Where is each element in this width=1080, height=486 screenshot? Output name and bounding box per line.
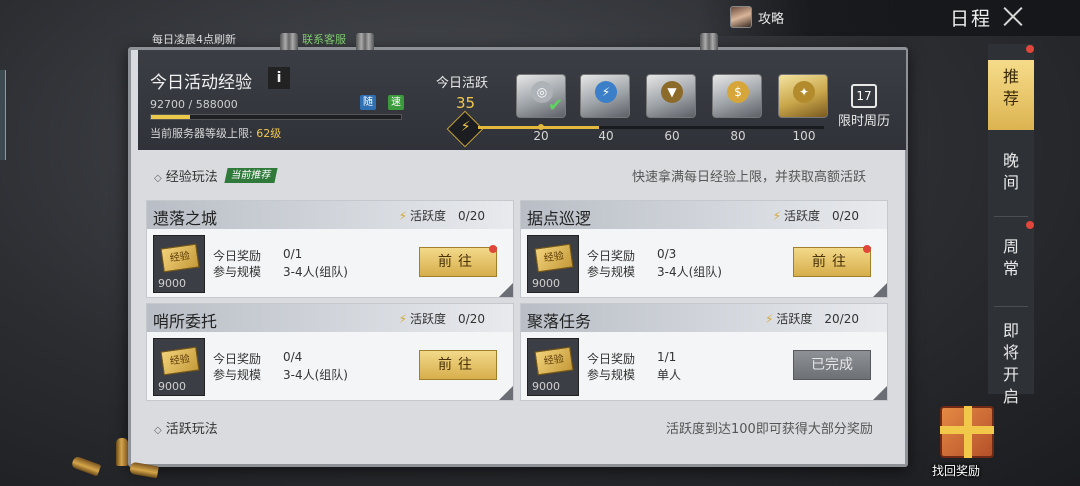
section-exp-desc: 快速拿满每日经验上限，并获取高额活跃 xyxy=(632,170,867,185)
exp-progress-bar xyxy=(150,114,402,120)
card-title: 遗落之城 xyxy=(153,209,218,228)
gold-coin-emblem-icon: $ xyxy=(727,81,749,103)
corner-decoration xyxy=(499,283,513,297)
activity-card: 据点巡逻 ⚡ 活跃度 0/20 经验 9000 今日奖励 0/3 参与规模 3-4人… xyxy=(520,200,888,298)
corner-decoration xyxy=(499,386,513,400)
chevron-emblem-icon: ▼ xyxy=(661,81,683,103)
refresh-note: 每日凌晨4点刷新 xyxy=(152,33,236,46)
scale-label: 参与规模 xyxy=(213,265,262,279)
go-button[interactable]: 前往 xyxy=(419,350,497,380)
reward-label: 今日奖励 xyxy=(587,249,636,263)
calendar-icon: 17 xyxy=(851,84,877,108)
scale-value: 单人 xyxy=(657,368,682,382)
scale-value: 3-4人(组队) xyxy=(283,368,348,382)
reward-value: 0/3 xyxy=(657,247,677,261)
scale-value: 3-4人(组队) xyxy=(657,265,722,279)
scale-label: 参与规模 xyxy=(587,265,636,279)
go-button[interactable]: 前往 xyxy=(419,247,497,277)
strategy-button[interactable]: 攻略 xyxy=(730,5,784,29)
milestone-value: 20 xyxy=(533,129,549,143)
lightning-icon: ⚡ xyxy=(398,209,408,223)
activity-label: 今日活跃 xyxy=(436,76,489,91)
lightning-emblem-icon: ⚡ xyxy=(595,81,617,103)
card-title: 据点巡逻 xyxy=(527,209,592,228)
reward-label: 今日奖励 xyxy=(213,249,262,263)
page-title: 日程 xyxy=(950,8,993,30)
close-icon[interactable] xyxy=(1002,5,1024,27)
section-active-title: ◇ 活跃玩法 xyxy=(154,422,218,437)
recommend-tag: 当前推荐 xyxy=(224,168,278,183)
milestone-value: 60 xyxy=(664,129,680,143)
scale-label: 参与规模 xyxy=(213,368,262,382)
exp-ticket-icon: 经验 9000 xyxy=(153,235,205,293)
alert-dot xyxy=(1026,45,1034,53)
server-level-cap: 当前服务器等级上限: 62级 xyxy=(150,127,282,140)
weekly-calendar-label: 限时周历 xyxy=(837,114,890,129)
exp-ticket-icon: 经验 9000 xyxy=(527,338,579,396)
alert-dot xyxy=(863,245,871,253)
section-exp-title: ◇ 经验玩法 xyxy=(154,170,218,185)
bullet-decoration xyxy=(70,455,102,477)
lightning-icon: ⚡ xyxy=(772,209,782,223)
corner-decoration xyxy=(873,283,887,297)
strategy-label: 攻略 xyxy=(758,11,785,27)
reward-value: 0/4 xyxy=(283,350,303,364)
chest-100-icon[interactable]: ✦ xyxy=(778,74,828,118)
card-activity: ⚡ 活跃度 0/20 xyxy=(398,209,485,223)
lightning-icon: ⚡ xyxy=(398,312,408,326)
lightning-icon: ⚡ xyxy=(764,312,774,326)
reward-value: 0/1 xyxy=(283,247,303,261)
customer-service-link[interactable]: 联系客服 xyxy=(302,31,346,47)
corner-decoration xyxy=(873,386,887,400)
tab-evening[interactable]: 晚间 xyxy=(988,146,1034,206)
exp-title: 今日活动经验 xyxy=(150,73,252,93)
retrieve-reward-button[interactable]: 找回奖励 xyxy=(922,400,1012,480)
bullet-decoration xyxy=(116,438,128,466)
avatar xyxy=(730,6,752,28)
chest-60-icon[interactable]: ▼ xyxy=(646,74,696,118)
chest-80-icon[interactable]: $ xyxy=(712,74,762,118)
left-edge-decoration xyxy=(0,70,6,160)
card-title: 哨所委托 xyxy=(153,312,218,331)
boost-badge-speed: 速 xyxy=(388,95,404,110)
retrieve-reward-label: 找回奖励 xyxy=(932,464,981,478)
milestone-value: 100 xyxy=(792,129,816,143)
gift-box-icon xyxy=(940,406,994,458)
tab-divider xyxy=(994,216,1028,217)
activity-card: 哨所委托 ⚡ 活跃度 0/20 经验 9000 今日奖励 0/4 参与规模 3-4人… xyxy=(146,303,514,401)
milestone-value: 40 xyxy=(598,129,614,143)
rifle-emblem-icon: ✦ xyxy=(793,81,815,103)
tab-divider xyxy=(994,306,1028,307)
milestone-value: 80 xyxy=(730,129,746,143)
card-title: 聚落任务 xyxy=(527,312,592,331)
activity-card: 聚落任务 ⚡ 活跃度 20/20 经验 9000 今日奖励 1/1 参与规模 单人 … xyxy=(520,303,888,401)
activity-value: 35 xyxy=(456,94,476,112)
chest-40-icon[interactable]: ⚡ xyxy=(580,74,630,118)
scale-label: 参与规模 xyxy=(587,368,636,382)
reward-value: 1/1 xyxy=(657,350,677,364)
weekly-calendar-button[interactable]: 17 限时周历 xyxy=(834,84,894,129)
claimed-check-icon: ✔ xyxy=(548,95,564,116)
completed-button: 已完成 xyxy=(793,350,871,380)
reward-label: 今日奖励 xyxy=(587,352,636,366)
tab-recommend[interactable]: 推荐 xyxy=(988,60,1034,130)
exp-ticket-icon: 经验 9000 xyxy=(153,338,205,396)
boost-badge-random: 随 xyxy=(360,95,376,110)
section-active-desc: 活跃度到达100即可获得大部分奖励 xyxy=(666,422,873,437)
alert-dot xyxy=(489,245,497,253)
tab-coming-soon[interactable]: 即将开启 xyxy=(988,316,1034,406)
exp-progress-text: 92700 / 588000 xyxy=(150,98,238,111)
go-button[interactable]: 前往 xyxy=(793,247,871,277)
tab-weekly[interactable]: 周常 xyxy=(988,232,1034,292)
exp-progress-fill xyxy=(151,115,191,119)
info-button[interactable]: i xyxy=(268,67,290,89)
card-activity: ⚡ 活跃度 20/20 xyxy=(764,312,859,326)
card-activity: ⚡ 活跃度 0/20 xyxy=(398,312,485,326)
exp-ticket-icon: 经验 9000 xyxy=(527,235,579,293)
reward-label: 今日奖励 xyxy=(213,352,262,366)
activity-card: 遗落之城 ⚡ 活跃度 0/20 经验 9000 今日奖励 0/1 参与规模 3-4人… xyxy=(146,200,514,298)
alert-dot xyxy=(1026,221,1034,229)
scale-value: 3-4人(组队) xyxy=(283,265,348,279)
card-activity: ⚡ 活跃度 0/20 xyxy=(772,209,859,223)
